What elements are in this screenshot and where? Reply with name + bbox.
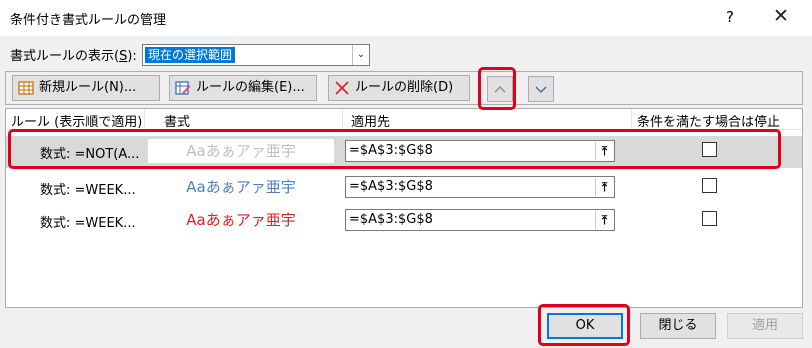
rule-row[interactable]: 数式: =WEEK... Aaあぁアァ亜宇 =$A$3:$G$8 ⤒ bbox=[6, 172, 802, 204]
move-down-button[interactable] bbox=[528, 76, 554, 102]
table-grid-icon bbox=[18, 80, 34, 96]
range-picker-icon[interactable]: ⤒ bbox=[595, 178, 613, 196]
show-rules-value: 現在の選択範囲 bbox=[145, 47, 236, 63]
rule-condition: 数式: =WEEK... bbox=[40, 183, 136, 198]
apply-button[interactable]: 適用 bbox=[727, 313, 803, 339]
new-rule-button[interactable]: 新規ルール(N)... bbox=[12, 75, 160, 101]
format-preview: Aaあぁアァ亜宇 bbox=[186, 211, 296, 229]
close-icon[interactable]: ✕ bbox=[773, 5, 789, 27]
delete-rule-button[interactable]: ルールの削除(D) bbox=[328, 75, 470, 101]
rule-row[interactable]: 数式: =WEEK... Aaあぁアァ亜宇 =$A$3:$G$8 ⤒ bbox=[6, 205, 802, 237]
help-button[interactable]: ? bbox=[726, 8, 734, 26]
edit-table-icon bbox=[175, 80, 191, 96]
rule-condition: 数式: =WEEK... bbox=[40, 216, 136, 231]
chevron-down-icon[interactable]: ⌄ bbox=[352, 45, 369, 65]
highlight-ok-button bbox=[538, 304, 630, 346]
applies-to-field[interactable]: =$A$3:$G$8 ⤒ bbox=[345, 176, 615, 198]
rule-toolbar: 新規ルール(N)... ルールの編集(E)... ルールの削除(D) bbox=[5, 71, 803, 105]
chevron-down-icon bbox=[535, 86, 547, 93]
header-applies-to: 適用先 bbox=[351, 115, 391, 130]
header-format: 書式 bbox=[164, 115, 191, 130]
highlight-move-up bbox=[478, 67, 516, 110]
delete-x-icon bbox=[334, 80, 350, 96]
close-button[interactable]: 閉じる bbox=[640, 313, 716, 339]
range-picker-icon[interactable]: ⤒ bbox=[595, 211, 613, 229]
rules-list-header: ルール (表示順で適用) 書式 適用先 条件を満たす場合は停止 bbox=[6, 109, 802, 130]
show-rules-label: 書式ルールの表示(S): bbox=[10, 49, 137, 64]
highlight-selected-rule bbox=[8, 129, 781, 169]
format-preview: Aaあぁアァ亜宇 bbox=[186, 178, 296, 196]
applies-to-field[interactable]: =$A$3:$G$8 ⤒ bbox=[345, 209, 615, 231]
header-stop-if-true: 条件を満たす場合は停止 bbox=[637, 115, 781, 130]
header-rule: ルール (表示順で適用) bbox=[11, 115, 143, 130]
stop-if-true-checkbox[interactable] bbox=[702, 178, 717, 193]
stop-if-true-checkbox[interactable] bbox=[702, 211, 717, 226]
dialog-title: 条件付き書式ルールの管理 bbox=[10, 13, 167, 28]
edit-rule-button[interactable]: ルールの編集(E)... bbox=[169, 75, 317, 101]
show-rules-dropdown[interactable]: 現在の選択範囲 ⌄ bbox=[142, 44, 370, 66]
